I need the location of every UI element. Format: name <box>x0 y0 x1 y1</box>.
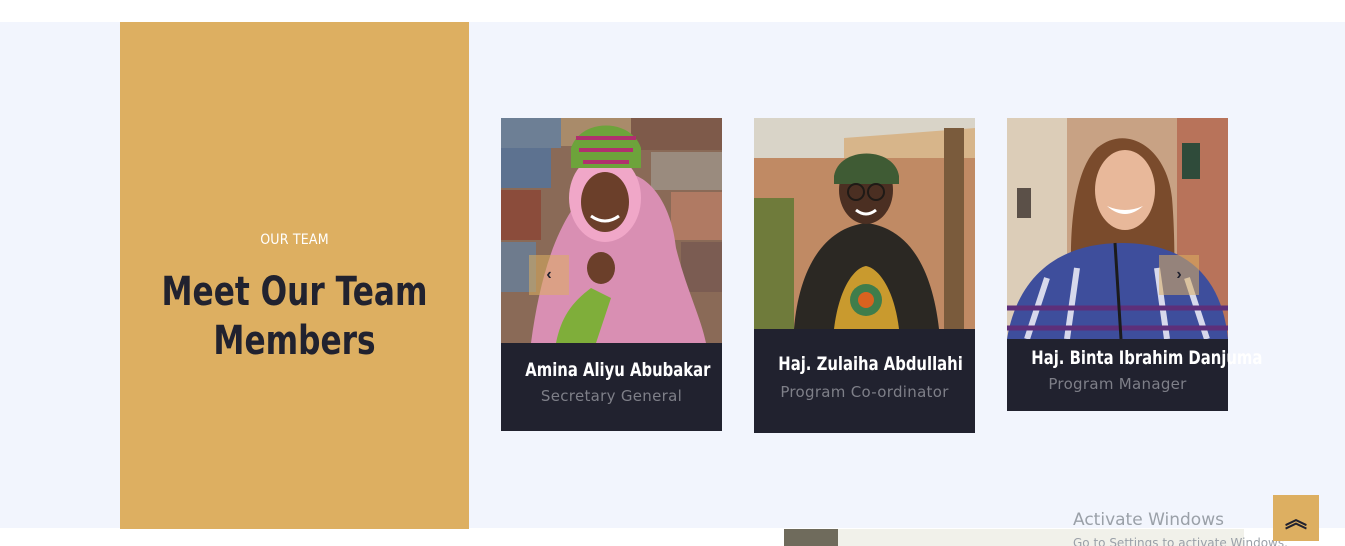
carousel-next-button[interactable]: › <box>1159 255 1199 295</box>
member-role: Program Manager <box>1048 375 1187 393</box>
member-caption: Haj. Zulaiha Abdullahi Program Co-ordina… <box>754 329 975 433</box>
watermark-title: Activate Windows <box>1073 510 1224 530</box>
member-role: Secretary General <box>540 387 683 405</box>
member-photo <box>754 118 975 329</box>
section-heading: Meet Our Team Members <box>161 269 428 364</box>
member-photo <box>1007 118 1228 339</box>
double-chevron-up-icon: ︽ <box>1284 507 1307 532</box>
windows-activation-watermark: Activate Windows Go to Settings to activ… <box>1073 510 1288 546</box>
member-caption: Amina Aliyu Abubakar Secretary General <box>501 343 722 431</box>
image-edge-dark-block <box>784 529 838 546</box>
member-name: Haj. Zulaiha Abdullahi <box>778 353 963 375</box>
carousel-prev-button[interactable]: ‹ <box>529 255 569 295</box>
member-role: Program Co-ordinator <box>780 383 949 401</box>
scroll-to-top-button[interactable]: ︽ <box>1273 495 1319 541</box>
member-caption: Haj. Binta Ibrahim Danjuma Program Manag… <box>1007 339 1263 411</box>
section-eyebrow: OUR TEAM <box>260 232 329 248</box>
watermark-subtitle: Go to Settings to activate Windows. <box>1073 536 1288 546</box>
chevron-left-icon: ‹ <box>546 266 552 283</box>
member-name: Haj. Binta Ibrahim Danjuma <box>1031 347 1263 369</box>
team-intro-panel: OUR TEAM Meet Our Team Members <box>120 22 469 529</box>
team-member-card[interactable]: Haj. Zulaiha Abdullahi Program Co-ordina… <box>754 118 975 433</box>
member-name: Amina Aliyu Abubakar <box>525 359 711 381</box>
member-photo <box>501 118 722 343</box>
chevron-right-icon: › <box>1176 266 1182 283</box>
